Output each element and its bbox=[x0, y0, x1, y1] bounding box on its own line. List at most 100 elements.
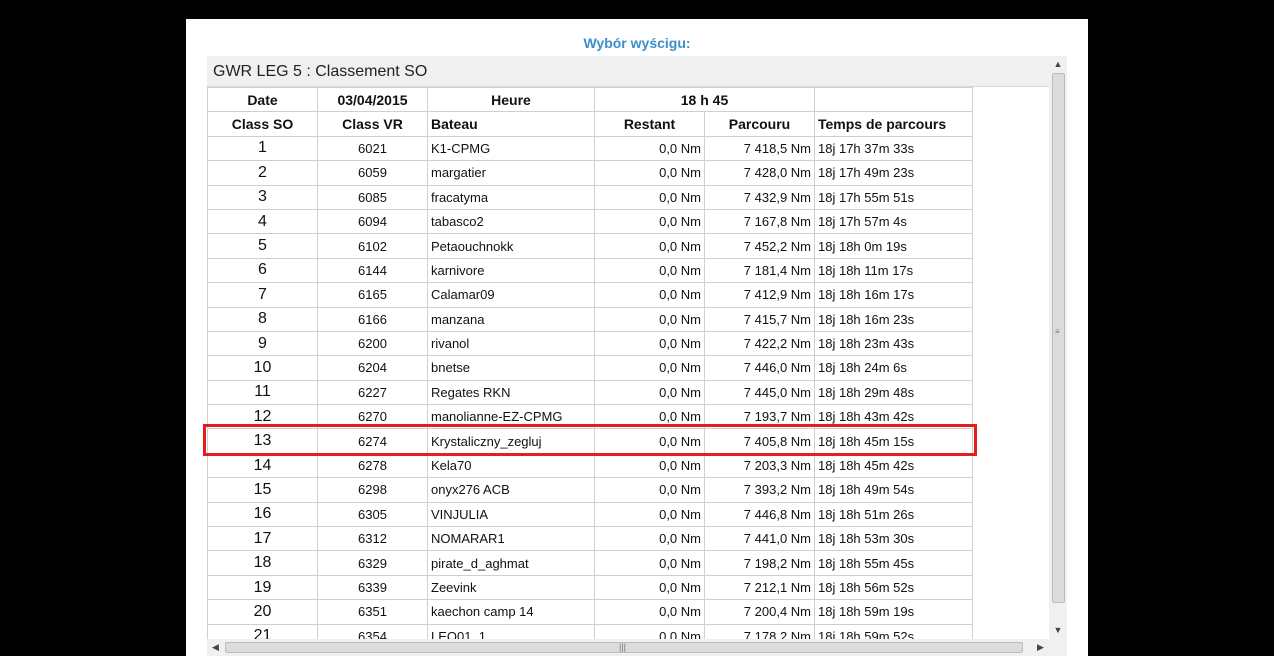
restant-cell: 0,0 Nm bbox=[594, 184, 705, 210]
restant-cell: 0,0 Nm bbox=[594, 330, 705, 357]
class-vr-cell: 6339 bbox=[317, 574, 428, 601]
table-row[interactable]: 20 6351 kaechon camp 14 0,0 Nm 7 200,4 Nm 18j… bbox=[207, 599, 1043, 625]
restant-cell: 0,0 Nm bbox=[594, 135, 705, 162]
class-so-cell: 4 bbox=[207, 208, 318, 235]
vertical-scrollbar[interactable]: ▲ ≡ ▼ bbox=[1049, 56, 1067, 639]
page: Wybór wyścigu: GWR LEG 5 : Classement SO… bbox=[186, 19, 1088, 656]
table-row[interactable]: 16 6305 VINJULIA 0,0 Nm 7 446,8 Nm 18j 18h 51… bbox=[207, 501, 1043, 528]
col-header-bateau: Bateau bbox=[427, 111, 595, 137]
class-so-cell: 18 bbox=[207, 550, 318, 576]
race-select-label[interactable]: Wybór wyścigu: bbox=[186, 35, 1088, 51]
class-so-cell: 5 bbox=[207, 233, 318, 259]
date-label: Date bbox=[207, 86, 318, 113]
class-vr-cell: 6270 bbox=[317, 404, 428, 430]
parcouru-cell: 7 452,2 Nm bbox=[704, 233, 815, 259]
ranking-table: Date 03/04/2015 Heure 18 h 45 Class SO C… bbox=[207, 86, 1043, 649]
scroll-up-icon[interactable]: ▲ bbox=[1049, 56, 1067, 73]
scroll-down-icon[interactable]: ▼ bbox=[1049, 622, 1067, 639]
table-row[interactable]: 4 6094 tabasco2 0,0 Nm 7 167,8 Nm 18j 17h 57m… bbox=[207, 208, 1043, 235]
temps-cell: 18j 18h 55m 45s bbox=[814, 550, 973, 576]
boat-name-cell: NOMARAR1 bbox=[427, 526, 595, 552]
class-vr-cell: 6305 bbox=[317, 501, 428, 528]
class-vr-cell: 6227 bbox=[317, 379, 428, 406]
column-header-row: Class SO Class VR Bateau Restant Parcour… bbox=[207, 111, 1043, 137]
class-vr-cell: 6298 bbox=[317, 477, 428, 503]
table-row[interactable]: 15 6298 onyx276 ACB 0,0 Nm 7 393,2 Nm 18j 18h… bbox=[207, 477, 1043, 503]
class-so-cell: 3 bbox=[207, 184, 318, 210]
restant-cell: 0,0 Nm bbox=[594, 208, 705, 235]
boat-name-cell: Petaouchnokk bbox=[427, 233, 595, 259]
vertical-scroll-thumb[interactable]: ≡ bbox=[1052, 73, 1065, 603]
boat-name-cell: karnivore bbox=[427, 257, 595, 284]
parcouru-cell: 7 428,0 Nm bbox=[704, 160, 815, 186]
class-vr-cell: 6312 bbox=[317, 526, 428, 552]
parcouru-cell: 7 203,3 Nm bbox=[704, 452, 815, 479]
grip-icon: ||| bbox=[619, 642, 627, 652]
class-so-cell: 17 bbox=[207, 526, 318, 552]
table-row[interactable]: 1 6021 K1-CPMG 0,0 Nm 7 418,5 Nm 18j 17h 37m … bbox=[207, 135, 1043, 162]
table-row[interactable]: 18 6329 pirate_d_aghmat 0,0 Nm 7 198,2 Nm 18j… bbox=[207, 550, 1043, 576]
temps-cell: 18j 18h 45m 15s bbox=[814, 428, 973, 454]
panel-title: GWR LEG 5 : Classement SO bbox=[213, 63, 428, 80]
boat-name-cell: kaechon camp 14 bbox=[427, 599, 595, 625]
boat-name-cell: Calamar09 bbox=[427, 282, 595, 308]
horizontal-scroll-thumb[interactable]: ||| bbox=[225, 642, 1023, 653]
parcouru-cell: 7 181,4 Nm bbox=[704, 257, 815, 284]
class-vr-cell: 6200 bbox=[317, 330, 428, 357]
temps-cell: 18j 18h 56m 52s bbox=[814, 574, 973, 601]
ranking-frame: GWR LEG 5 : Classement SO Date 03/04/201… bbox=[207, 56, 1067, 656]
class-so-cell: 1 bbox=[207, 135, 318, 162]
class-so-cell: 6 bbox=[207, 257, 318, 284]
restant-cell: 0,0 Nm bbox=[594, 160, 705, 186]
class-so-cell: 14 bbox=[207, 452, 318, 479]
boat-name-cell: pirate_d_aghmat bbox=[427, 550, 595, 576]
col-header-temps: Temps de parcours bbox=[814, 111, 973, 137]
parcouru-cell: 7 422,2 Nm bbox=[704, 330, 815, 357]
table-row[interactable]: 3 6085 fracatyma 0,0 Nm 7 432,9 Nm 18j 17h 55… bbox=[207, 184, 1043, 210]
temps-cell: 18j 18h 59m 19s bbox=[814, 599, 973, 625]
col-header-restant: Restant bbox=[594, 111, 705, 137]
class-vr-cell: 6274 bbox=[317, 428, 428, 454]
table-row[interactable]: 17 6312 NOMARAR1 0,0 Nm 7 441,0 Nm 18j 18h 53… bbox=[207, 526, 1043, 552]
table-row[interactable]: 8 6166 manzana 0,0 Nm 7 415,7 Nm 18j 18h 16m … bbox=[207, 306, 1043, 332]
scroll-left-icon[interactable]: ◀ bbox=[207, 639, 224, 656]
class-so-cell: 12 bbox=[207, 404, 318, 430]
restant-cell: 0,0 Nm bbox=[594, 452, 705, 479]
temps-cell: 18j 18h 53m 30s bbox=[814, 526, 973, 552]
class-vr-cell: 6351 bbox=[317, 599, 428, 625]
table-row[interactable]: 9 6200 rivanol 0,0 Nm 7 422,2 Nm 18j 18h 23m … bbox=[207, 330, 1043, 357]
table-row[interactable]: 11 6227 Regates RKN 0,0 Nm 7 445,0 Nm 18j 18h… bbox=[207, 379, 1043, 406]
parcouru-cell: 7 445,0 Nm bbox=[704, 379, 815, 406]
scroll-right-icon[interactable]: ▶ bbox=[1032, 639, 1049, 656]
table-row[interactable]: 7 6165 Calamar09 0,0 Nm 7 412,9 Nm 18j 18h 16… bbox=[207, 282, 1043, 308]
class-vr-cell: 6144 bbox=[317, 257, 428, 284]
temps-cell: 18j 18h 45m 42s bbox=[814, 452, 973, 479]
class-vr-cell: 6059 bbox=[317, 160, 428, 186]
boat-name-cell: Krystaliczny_zegluj bbox=[427, 428, 595, 454]
panel-caption: GWR LEG 5 : Classement SO bbox=[207, 56, 1049, 87]
table-row[interactable]: 13 6274 Krystaliczny_zegluj 0,0 Nm 7 405,8 N… bbox=[207, 428, 1043, 454]
temps-cell: 18j 18h 0m 19s bbox=[814, 233, 973, 259]
table-row[interactable]: 12 6270 manolianne-EZ-CPMG 0,0 Nm 7 193,7 Nm… bbox=[207, 404, 1043, 430]
heure-label: Heure bbox=[427, 86, 595, 113]
parcouru-cell: 7 412,9 Nm bbox=[704, 282, 815, 308]
boat-name-cell: manzana bbox=[427, 306, 595, 332]
heure-value: 18 h 45 bbox=[594, 86, 815, 113]
boat-name-cell: Regates RKN bbox=[427, 379, 595, 406]
parcouru-cell: 7 212,1 Nm bbox=[704, 574, 815, 601]
restant-cell: 0,0 Nm bbox=[594, 501, 705, 528]
table-row[interactable]: 6 6144 karnivore 0,0 Nm 7 181,4 Nm 18j 18h 11… bbox=[207, 257, 1043, 284]
restant-cell: 0,0 Nm bbox=[594, 599, 705, 625]
table-row[interactable]: 10 6204 bnetse 0,0 Nm 7 446,0 Nm 18j 18h 24m … bbox=[207, 355, 1043, 381]
class-vr-cell: 6165 bbox=[317, 282, 428, 308]
table-row[interactable]: 14 6278 Kela70 0,0 Nm 7 203,3 Nm 18j 18h 45m … bbox=[207, 452, 1043, 479]
parcouru-cell: 7 415,7 Nm bbox=[704, 306, 815, 332]
restant-cell: 0,0 Nm bbox=[594, 428, 705, 454]
class-vr-cell: 6166 bbox=[317, 306, 428, 332]
class-so-cell: 16 bbox=[207, 501, 318, 528]
table-row[interactable]: 2 6059 margatier 0,0 Nm 7 428,0 Nm 18j 17h 49… bbox=[207, 160, 1043, 186]
class-so-cell: 11 bbox=[207, 379, 318, 406]
horizontal-scrollbar[interactable]: ◀ ||| ▶ bbox=[207, 639, 1049, 656]
table-row[interactable]: 5 6102 Petaouchnokk 0,0 Nm 7 452,2 Nm 18j 18h… bbox=[207, 233, 1043, 259]
table-row[interactable]: 19 6339 Zeevink 0,0 Nm 7 212,1 Nm 18j 18h 56m… bbox=[207, 574, 1043, 601]
